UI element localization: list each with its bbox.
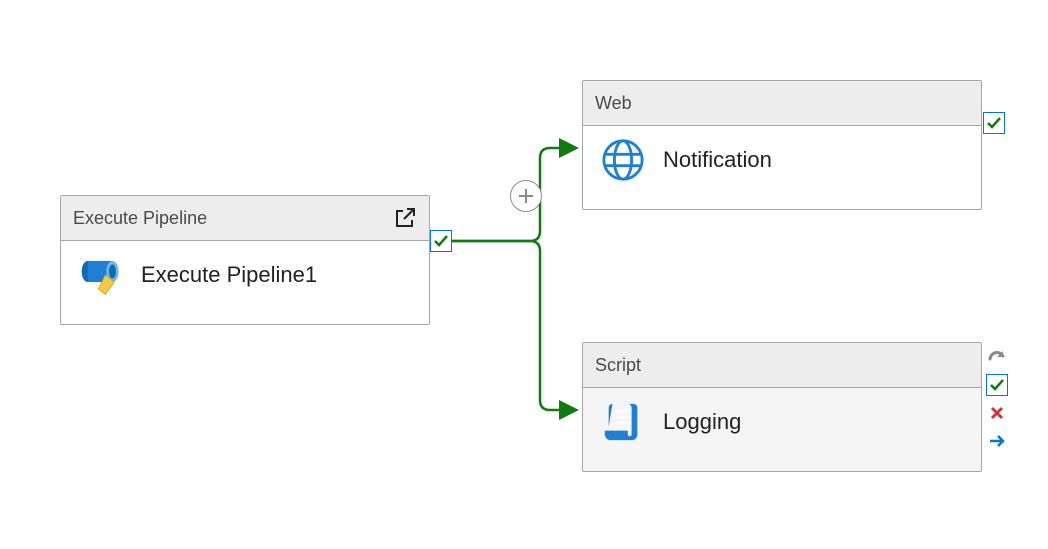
globe-icon xyxy=(601,138,645,182)
activity-script[interactable]: Script Logging xyxy=(582,342,982,472)
activity-execute-pipeline[interactable]: Execute Pipeline Execute Pipeline1 xyxy=(60,195,430,325)
check-icon xyxy=(986,115,1002,131)
success-handle-exec[interactable] xyxy=(430,230,452,252)
skip-handle[interactable] xyxy=(986,430,1008,452)
activity-body: Logging xyxy=(583,388,981,456)
add-activity-junction[interactable] xyxy=(510,180,542,212)
connector-exec-to-script[interactable] xyxy=(451,241,575,410)
open-pipeline-icon[interactable] xyxy=(393,206,417,230)
pipeline-canvas[interactable]: Execute Pipeline Execute Pipeline1 xyxy=(0,0,1048,549)
completion-handle[interactable] xyxy=(986,346,1008,368)
dependency-handles-script xyxy=(986,346,1008,452)
activity-name: Logging xyxy=(663,409,741,435)
completion-arrow-icon xyxy=(987,349,1007,365)
activity-header: Execute Pipeline xyxy=(61,196,429,241)
pipe-icon xyxy=(79,253,123,297)
check-icon xyxy=(989,377,1005,393)
x-icon xyxy=(989,405,1005,421)
activity-header: Script xyxy=(583,343,981,388)
arrow-right-icon xyxy=(988,433,1006,449)
check-icon xyxy=(433,233,449,249)
plus-icon xyxy=(517,187,535,205)
activity-name: Execute Pipeline1 xyxy=(141,262,317,288)
activity-type-label: Script xyxy=(595,355,641,376)
script-icon xyxy=(601,400,645,444)
activity-body: Execute Pipeline1 xyxy=(61,241,429,309)
activity-type-label: Execute Pipeline xyxy=(73,208,207,229)
success-handle[interactable] xyxy=(986,374,1008,396)
activity-body: Notification xyxy=(583,126,981,194)
activity-web[interactable]: Web Notification xyxy=(582,80,982,210)
success-handle-web[interactable] xyxy=(983,112,1005,134)
failure-handle[interactable] xyxy=(986,402,1008,424)
activity-name: Notification xyxy=(663,147,772,173)
activity-type-label: Web xyxy=(595,93,632,114)
activity-header: Web xyxy=(583,81,981,126)
